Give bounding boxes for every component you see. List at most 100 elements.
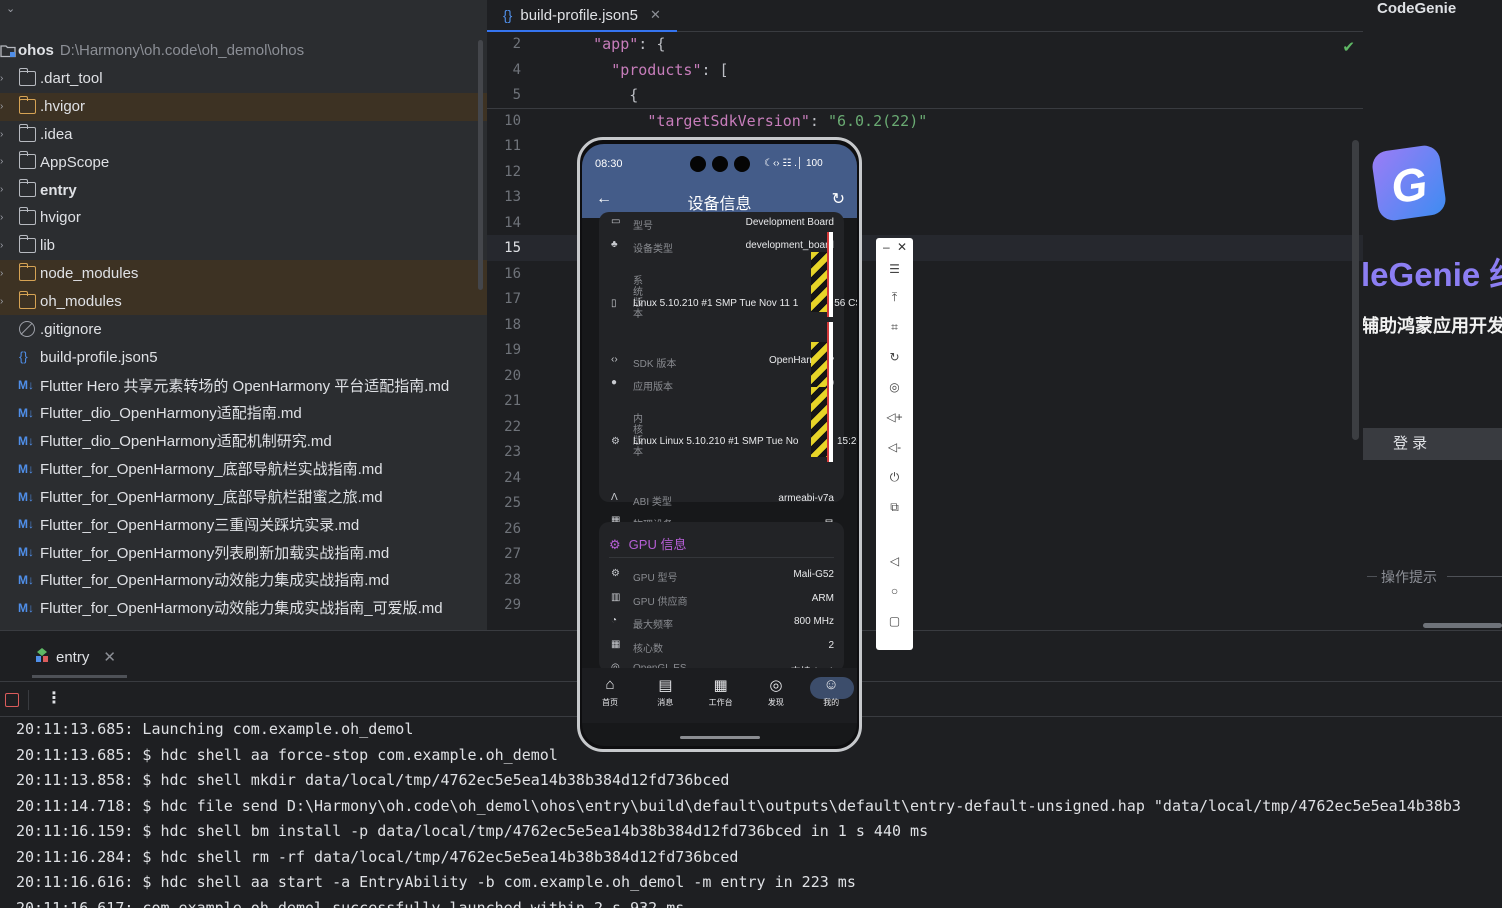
info-icon: ● — [611, 377, 618, 388]
nav-item-1[interactable]: ▤ 消息 — [645, 676, 685, 708]
tree-item[interactable]: › entry — [0, 176, 487, 204]
nav-item-3[interactable]: ◎ 发现 — [756, 676, 796, 708]
nav-label: 我的 — [823, 698, 840, 707]
tree-item-label: lib — [40, 237, 56, 255]
phone-screen: 08:30 ☾‹› ☷ .│ 100 ← 设备信息 ↻ ▭ 型号 Developme… — [582, 144, 857, 746]
operation-hint: 操作提示 — [1363, 566, 1502, 586]
chevron-right-icon[interactable]: › — [0, 296, 8, 308]
close-icon[interactable]: ✕ — [103, 648, 116, 666]
info-value: development_board — [745, 240, 834, 251]
chevron-right-icon[interactable]: › — [0, 156, 8, 168]
tree-item[interactable]: M↓ Flutter Hero 共享元素转场的 OpenHarmony 平台适配指… — [0, 371, 487, 399]
tree-item[interactable]: M↓ Flutter_for_OpenHarmony_底部导航栏实战指南.md — [0, 455, 487, 483]
more-options-icon[interactable]: ⋮ — [46, 688, 62, 708]
tree-item[interactable]: M↓ Flutter_for_OpenHarmony动效能力集成实战指南.md — [0, 566, 487, 594]
ignore-file-icon — [19, 321, 35, 338]
gpu-info-icon: ⚙ — [611, 568, 620, 579]
tree-item[interactable]: M↓ Flutter_for_OpenHarmony列表刷新加载实战指南.md — [0, 538, 487, 566]
module-folder-icon — [18, 179, 36, 198]
back-icon[interactable]: ◁ — [876, 554, 913, 568]
nav-label: 工作台 — [708, 698, 733, 707]
tree-item[interactable]: › .idea — [0, 121, 487, 149]
tree-item[interactable]: M↓ Flutter_dio_OpenHarmony适配指南.md — [0, 399, 487, 427]
code-area[interactable]: "app": { "products": [ { "targetSdkVersi… — [557, 32, 1363, 134]
line-number: 27 — [504, 546, 521, 562]
close-icon[interactable]: ✕ — [897, 240, 907, 254]
project-scrollbar[interactable] — [478, 40, 483, 290]
gpu-value: 2 — [828, 639, 834, 651]
nav-item-0[interactable]: ⌂ 首页 — [590, 676, 630, 708]
screenshot-icon[interactable]: ◎ — [876, 380, 913, 394]
tree-item[interactable]: {} build-profile.json5 — [0, 343, 487, 371]
tree-item[interactable]: M↓ Flutter_for_OpenHarmony_底部导航栏甜蜜之旅.md — [0, 483, 487, 511]
tab-build-profile[interactable]: {} build-profile.json5 ✕ — [487, 0, 677, 32]
nav-item-4[interactable]: ☺ 我的 — [811, 676, 851, 708]
login-button[interactable]: 登 录 — [1363, 428, 1502, 460]
gpu-value: 800 MHz — [793, 616, 834, 627]
volume-up-icon[interactable]: ◁+ — [876, 410, 913, 424]
chevron-right-icon[interactable]: › — [0, 129, 8, 141]
tree-root[interactable]: ohos D:\Harmony\oh.code\oh_demol\ohos — [0, 37, 487, 65]
bottom-nav: ⌂ 首页 ▤ 消息 ▦ 工作台 ◎ 发现 ☺ 我的 — [582, 668, 857, 723]
minimize-icon[interactable]: – — [883, 240, 890, 254]
line-number: 20 — [504, 367, 521, 384]
pin-top-icon[interactable]: ⤒ — [876, 290, 913, 305]
close-icon[interactable]: ✕ — [650, 7, 661, 23]
nav-item-2[interactable]: ▦ 工作台 — [701, 676, 741, 708]
fold-icon[interactable]: ⧉ — [876, 500, 913, 515]
tree-item-label: Flutter Hero 共享元素转场的 OpenHarmony 平台适配指南.… — [40, 377, 450, 395]
chevron-right-icon[interactable]: › — [0, 184, 8, 196]
editor-tabbar: {} build-profile.json5 ✕ — [487, 0, 1363, 32]
chevron-right-icon[interactable]: › — [0, 101, 8, 113]
code-line: "products": [ — [557, 58, 1363, 84]
chevron-right-icon[interactable]: › — [0, 268, 8, 280]
codegenie-logo: G — [1370, 143, 1448, 223]
console-line: 20:11:16.159: $ hdc shell bm install -p … — [16, 822, 929, 840]
line-number: 13 — [504, 189, 521, 205]
stop-icon[interactable] — [5, 693, 19, 707]
tree-item[interactable]: M↓ Flutter_dio_OpenHarmony适配机制研究.md — [0, 427, 487, 455]
tree-item[interactable]: › AppScope — [0, 148, 487, 176]
chevron-right-icon[interactable]: › — [0, 240, 8, 252]
volume-down-icon[interactable]: ◁- — [876, 440, 913, 454]
rotate-icon[interactable]: ↻ — [876, 350, 913, 364]
gpu-row: ▦ 核心数 2 — [609, 637, 834, 657]
folder-icon — [18, 207, 36, 226]
overflow-warning-stripes — [811, 342, 827, 392]
info-row: ●应用版本1.0.0 — [609, 375, 834, 395]
run-tab-entry[interactable]: entry ✕ — [34, 647, 116, 667]
codegenie-scrollbar[interactable] — [1423, 623, 1502, 628]
crop-icon[interactable]: ⌗ — [876, 320, 913, 335]
tree-item[interactable]: M↓ Flutter_for_OpenHarmony三重闯关踩坑实录.md — [0, 510, 487, 538]
tree-item[interactable]: › .dart_tool — [0, 65, 487, 93]
json-file-icon: {} — [503, 7, 513, 23]
tree-item-label: entry — [40, 181, 77, 199]
line-number: 21 — [504, 393, 521, 409]
info-value-tail: 56 CS — [834, 298, 857, 309]
menu-icon[interactable]: ☰ — [876, 262, 913, 276]
person-icon: ☺ — [823, 676, 839, 693]
tree-item[interactable]: › node_modules — [0, 259, 487, 288]
power-icon[interactable]: ⏻ — [876, 470, 913, 485]
json-punct: { — [629, 86, 639, 104]
recent-icon[interactable]: ▢ — [876, 614, 913, 628]
home-icon[interactable]: ○ — [876, 584, 913, 598]
tree-item[interactable]: › hvigor — [0, 204, 487, 232]
home-indicator[interactable] — [680, 736, 760, 739]
chevron-right-icon[interactable]: › — [0, 212, 8, 224]
chevron-down-icon[interactable]: ⌄ — [6, 2, 15, 15]
tree-item[interactable]: M↓ Flutter_for_OpenHarmony动效能力集成实战指南_可爱版.… — [0, 594, 487, 622]
gpu-section-title: ⚙ GPU 信息 — [609, 537, 687, 552]
tree-item[interactable]: › oh_modules — [0, 287, 487, 316]
refresh-icon[interactable]: ↻ — [832, 189, 845, 209]
tree-item[interactable]: › lib — [0, 232, 487, 260]
line-number: 26 — [504, 520, 521, 537]
tree-item[interactable]: › .hvigor — [0, 92, 487, 121]
no-problems-check-icon[interactable]: ✔ — [1342, 38, 1355, 56]
chevron-right-icon[interactable]: › — [0, 73, 8, 85]
tree-item-label: Flutter_for_OpenHarmony列表刷新加载实战指南.md — [40, 544, 390, 562]
editor-scrollbar[interactable] — [1352, 140, 1359, 440]
tree-item[interactable]: .gitignore — [0, 315, 487, 343]
tree-item-label: Flutter_dio_OpenHarmony适配指南.md — [40, 405, 302, 423]
json-key: "app" — [593, 35, 639, 53]
